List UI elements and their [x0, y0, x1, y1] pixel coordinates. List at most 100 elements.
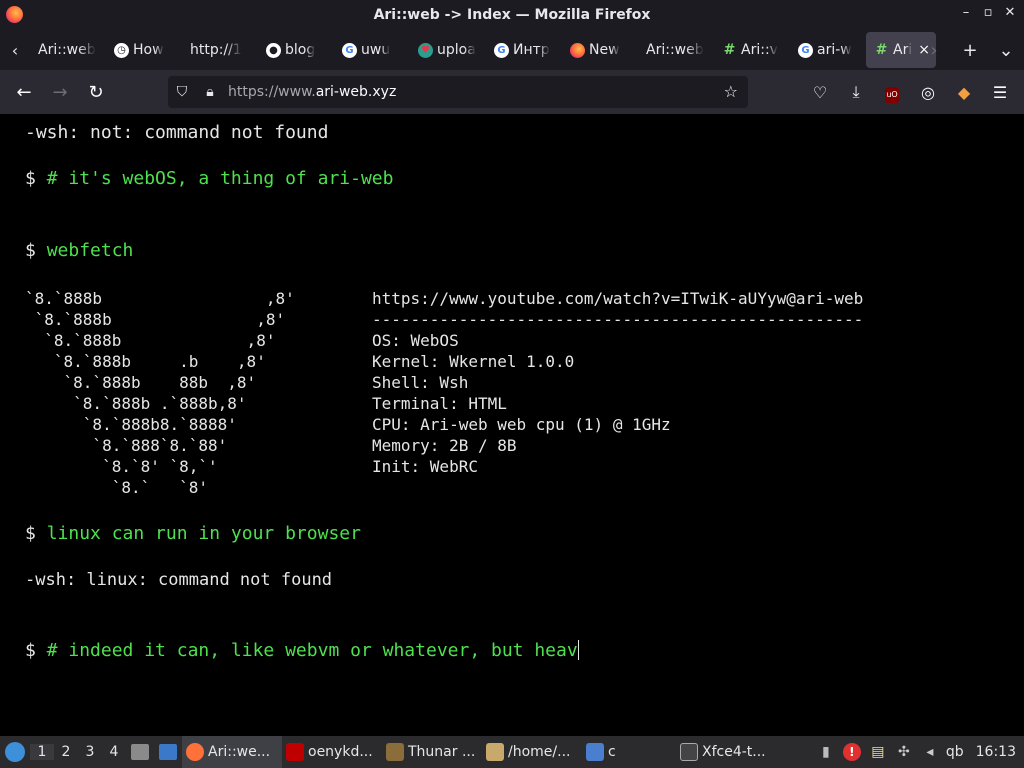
desktop-taskbar: 1 2 3 4 Ari::we... oenykd... Thunar ... …	[0, 736, 1024, 768]
list-all-tabs-chevron-icon[interactable]: ⌄	[988, 40, 1024, 61]
tab-label: Интр	[513, 42, 550, 58]
extension-fox-icon[interactable]: ◆	[946, 83, 982, 102]
workspace-3[interactable]: 3	[78, 744, 102, 760]
reload-icon[interactable]: ↻	[78, 82, 114, 103]
menu-hamburger-icon[interactable]: ☰	[982, 83, 1018, 102]
command-input-text[interactable]: # indeed it can, like webvm or whatever,…	[47, 640, 578, 661]
firefox-logo-icon	[6, 6, 23, 23]
filezilla-icon	[286, 743, 304, 761]
downloads-icon[interactable]: ⤓	[838, 82, 874, 102]
qbittorrent-tray-label[interactable]: qb	[946, 744, 964, 760]
hash-icon: #	[723, 42, 736, 58]
tab[interactable]: New	[562, 32, 638, 68]
lock-icon[interactable]: 🔒︎	[196, 84, 224, 100]
network-icon[interactable]: ✣	[894, 742, 914, 762]
window-title: Ari::web -> Index — Mozilla Firefox	[373, 7, 651, 23]
tab[interactable]: Gari-w	[790, 32, 866, 68]
task-label: Ari::we...	[208, 744, 271, 760]
workspace-4[interactable]: 4	[102, 744, 126, 760]
google-icon: G	[342, 42, 357, 58]
tab-label: uploa	[437, 42, 476, 58]
prompt-symbol: $	[25, 523, 36, 544]
volume-icon[interactable]: ◂	[920, 742, 940, 762]
command-text: webfetch	[46, 240, 134, 261]
tab-label: Ari::web	[646, 42, 704, 58]
tab[interactable]: ♥ uploa	[410, 32, 486, 68]
tab[interactable]: ● blog	[258, 32, 334, 68]
navigation-toolbar: ← → ↻ ⛉ 🔒︎ https://www.ari-web.xyz ☆ ♡ ⤓…	[0, 70, 1024, 114]
tab-label: New	[589, 42, 620, 58]
output-line: -wsh: linux: command not found	[25, 570, 333, 590]
google-icon: G	[494, 42, 509, 58]
workspace-2[interactable]: 2	[54, 744, 78, 760]
battery-icon[interactable]: ▮	[816, 742, 836, 762]
tab-label: Ari::v	[741, 42, 778, 58]
clock[interactable]: 16:13	[976, 744, 1016, 760]
ublock-origin-icon[interactable]: uO	[874, 82, 910, 103]
github-icon: ●	[266, 42, 281, 58]
folder-icon	[586, 743, 604, 761]
maximize-icon[interactable]: ▫	[982, 5, 994, 20]
tab[interactable]: http://1	[182, 32, 258, 68]
back-arrow-icon[interactable]: ←	[6, 82, 42, 103]
bookmark-star-icon[interactable]: ☆	[724, 82, 738, 101]
command-line: $ webfetch	[25, 240, 133, 261]
prompt-symbol: $	[25, 240, 36, 261]
tab[interactable]: Ari::web	[638, 32, 714, 68]
tab[interactable]: ◷ How	[106, 32, 182, 68]
toolbar-actions: ♡ ⤓ uO ◎ ◆ ☰	[802, 70, 1018, 114]
window-controls: – ▫ ✕	[960, 5, 1016, 20]
window-switcher-icon[interactable]	[128, 741, 152, 763]
alert-icon[interactable]: !	[842, 742, 862, 762]
tab-bar: ‹ Ari::web ◷ How http://1 ● blog Guwu ♥ upl…	[0, 30, 1024, 70]
task-button[interactable]: Xfce4-t...	[676, 736, 776, 768]
url-text[interactable]: https://www.ari-web.xyz	[228, 84, 396, 100]
tab-label: Ari::web	[38, 42, 96, 58]
command-text: # it's webOS, a thing of ari-web	[46, 168, 394, 189]
url-domain: ari-web.xyz	[315, 84, 397, 100]
tab-strip: Ari::web ◷ How http://1 ● blog Guwu ♥ uploa…	[30, 30, 936, 70]
applications-menu-icon[interactable]	[0, 736, 30, 768]
archive-icon	[486, 743, 504, 761]
workspace-1[interactable]: 1	[30, 744, 54, 760]
scroll-tabs-right-icon[interactable]: ›	[916, 40, 952, 61]
task-button[interactable]: Thunar ...	[382, 736, 482, 768]
extension-glasses-icon[interactable]: ◎	[910, 83, 946, 102]
google-icon: G	[798, 42, 813, 58]
tab[interactable]: G Интр	[486, 32, 562, 68]
tab[interactable]: Ari::web	[30, 32, 106, 68]
minimize-icon[interactable]: –	[960, 5, 972, 20]
tab[interactable]: # Ari::v	[714, 32, 790, 68]
window-titlebar: Ari::web -> Index — Mozilla Firefox – ▫ …	[0, 0, 1024, 30]
terminal-icon	[680, 743, 698, 761]
task-label: Thunar ...	[408, 744, 476, 760]
tracking-protection-shield-icon[interactable]: ⛉	[168, 84, 196, 100]
url-protocol: https://www.	[228, 84, 316, 100]
tab[interactable]: Guwu	[334, 32, 410, 68]
web-terminal[interactable]: -wsh: not: command not found $ # it's we…	[0, 114, 1024, 736]
tab-label: ari-w	[817, 42, 852, 58]
scroll-tabs-left-icon[interactable]: ‹	[0, 41, 30, 60]
command-line: $ linux can run in your browser	[25, 523, 361, 544]
firefox-icon	[570, 42, 585, 58]
task-button[interactable]: c	[582, 736, 676, 768]
task-button[interactable]: oenykd...	[282, 736, 382, 768]
close-icon[interactable]: ✕	[1004, 5, 1016, 20]
address-bar[interactable]: ⛉ 🔒︎ https://www.ari-web.xyz ☆	[168, 76, 748, 108]
prompt-symbol: $	[25, 168, 36, 189]
tab-bar-actions: › + ⌄	[916, 30, 1024, 70]
tab-label: Ari	[893, 42, 913, 58]
task-label: oenykd...	[308, 744, 373, 760]
task-button[interactable]: Ari::we...	[182, 736, 282, 768]
tab-label: blog	[285, 42, 316, 58]
command-input-line[interactable]: $ # indeed it can, like webvm or whateve…	[25, 640, 579, 661]
task-label: Xfce4-t...	[702, 744, 766, 760]
show-desktop-icon[interactable]	[156, 741, 180, 763]
pocket-icon[interactable]: ♡	[802, 83, 838, 102]
task-label: c	[608, 744, 616, 760]
new-tab-plus-icon[interactable]: +	[952, 40, 988, 61]
forward-arrow-icon[interactable]: →	[42, 82, 78, 103]
clipboard-icon[interactable]: ▤	[868, 742, 888, 762]
task-label: /home/...	[508, 744, 571, 760]
task-button[interactable]: /home/...	[482, 736, 582, 768]
